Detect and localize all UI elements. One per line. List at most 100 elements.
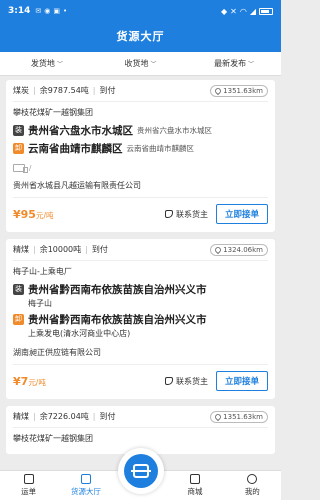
chevron-down-icon: ﹀ — [56, 61, 63, 68]
tab-waybill[interactable]: 运单 — [0, 471, 57, 500]
notification-icon: ✉ — [35, 7, 42, 15]
payment-type: 到付 — [91, 245, 108, 254]
contact-label: 联系货主 — [175, 209, 208, 219]
cargo-amount: 余9787.54吨 — [39, 86, 89, 95]
load-tag: 装 — [13, 125, 24, 136]
filter-bar: 发货地 ﹀ 收货地 ﹀ 最新发布 ﹀ — [0, 52, 281, 76]
waybill-icon — [23, 474, 34, 484]
distance-value: 1324.06km — [223, 245, 263, 254]
location-pin-icon — [213, 412, 223, 421]
price-unit: 元/吨 — [28, 377, 46, 387]
accept-order-button[interactable]: 立即接单 — [215, 204, 268, 224]
distance-value: 1351.63km — [223, 412, 263, 421]
status-time: 3:14 — [8, 6, 31, 16]
unload-address: 云南省曲靖市麒麟区 — [28, 143, 123, 155]
shipper-name: 湖南昶正供应链有限公司 — [13, 339, 268, 365]
cargo-amount: 余10000吨 — [39, 245, 82, 254]
cargo-card[interactable]: 煤炭 | 余9787.54吨 | 到付 1351.63km 攀枝花煤矿一越钢集团 装… — [6, 80, 275, 232]
status-bar: 3:14 ✉ ◉ ▣ • ◆ ✕ ◠ ◢ — [0, 0, 281, 22]
filter-destination[interactable]: 收货地 ﹀ — [94, 58, 188, 69]
cargo-hall-icon — [81, 474, 92, 484]
contact-shipper-button[interactable]: 联系货主 — [164, 376, 208, 387]
card-footer: ¥7元/吨 联系货主 立即接单 — [13, 365, 268, 391]
unload-tag: 卸 — [13, 314, 24, 325]
cargo-type: 精煤 — [13, 245, 29, 254]
scan-icon — [131, 464, 151, 478]
truck-icon — [13, 164, 28, 173]
card-header: 精煤 | 余10000吨 | 到付 1324.06km — [13, 239, 268, 261]
unload-tag: 卸 — [13, 143, 24, 154]
chevron-down-icon: ﹀ — [248, 61, 255, 68]
scan-button-inner — [124, 454, 158, 488]
more-notifications-icon: • — [63, 7, 68, 15]
phone-icon — [164, 377, 173, 385]
cargo-card[interactable]: 精煤 | 余7226.04吨 | 到付 1351.63km 攀枝花煤矿一越钢集团 — [6, 406, 275, 454]
load-address-detail: 梅子山 — [28, 299, 52, 308]
cargo-type: 精煤 — [13, 412, 29, 421]
scan-button[interactable] — [118, 448, 164, 494]
distance-value: 1351.63km — [223, 86, 263, 95]
cargo-type: 煤炭 — [13, 86, 29, 95]
payment-type: 到付 — [99, 86, 116, 95]
tab-waybill-label: 运单 — [21, 487, 37, 496]
price: ¥7元/吨 — [13, 375, 46, 388]
location-pin-icon — [213, 86, 223, 95]
cargo-amount: 余7226.04吨 — [39, 412, 89, 421]
load-route: 装 贵州省六盘水市水城区 贵州省六盘水市水城区 — [13, 123, 268, 138]
tab-shop[interactable]: 商城 — [166, 471, 223, 500]
cargo-list: 煤炭 | 余9787.54吨 | 到付 1351.63km 攀枝花煤矿一越钢集团 装… — [6, 80, 275, 461]
price-value: ¥7 — [13, 374, 29, 388]
filter-origin-label: 发货地 — [30, 59, 55, 68]
shipper-name: 贵州省水城县凡越运输有限责任公司 — [13, 172, 268, 198]
tab-cargo-hall[interactable]: 货源大厅 — [57, 471, 114, 500]
tab-mine-label: 我的 — [244, 487, 260, 496]
tab-shop-label: 商城 — [187, 487, 203, 496]
load-address: 贵州省六盘水市水城区 — [28, 125, 133, 137]
app-notification-icon: ◉ — [44, 7, 51, 15]
origin-company: 梅子山-上乘电厂 — [13, 267, 72, 276]
distance-badge: 1324.06km — [210, 243, 268, 256]
load-tag: 装 — [13, 284, 24, 295]
filter-sort[interactable]: 最新发布 ﹀ — [187, 58, 281, 69]
filter-destination-label: 收货地 — [124, 59, 149, 68]
load-address-detail: 贵州省六盘水市水城区 — [137, 126, 212, 135]
cargo-card[interactable]: 精煤 | 余10000吨 | 到付 1324.06km 梅子山-上乘电厂 装 贵州省… — [6, 239, 275, 399]
signal-icon: ◢ — [249, 6, 256, 16]
page-title: 货源大厅 — [0, 22, 281, 52]
price: ¥95元/吨 — [13, 208, 54, 221]
app-notification-icon-2: ▣ — [53, 7, 60, 15]
phone-icon — [164, 210, 173, 218]
distance-badge: 1351.63km — [210, 410, 268, 423]
distance-badge: 1351.63km — [210, 84, 268, 97]
battery-icon — [259, 7, 273, 15]
contact-shipper-button[interactable]: 联系货主 — [164, 209, 208, 220]
location-pin-icon — [213, 245, 223, 254]
cart-icon — [189, 474, 200, 484]
card-footer: ¥95元/吨 联系货主 立即接单 — [13, 198, 268, 224]
unload-address-detail: 上乘发电(清水河商业中心店) — [28, 329, 131, 338]
price-unit: 元/吨 — [35, 210, 54, 220]
mute-icon: ✕ — [230, 6, 237, 16]
truck-info: / — [13, 164, 268, 173]
unload-route: 卸 贵州省黔西南布依族苗族自治州兴义市 — [13, 312, 268, 327]
tab-mine[interactable]: 我的 — [224, 471, 281, 500]
filter-sort-label: 最新发布 — [214, 59, 247, 68]
origin-company: 攀枝花煤矿一越钢集团 — [13, 108, 93, 117]
card-header: 煤炭 | 余9787.54吨 | 到付 1351.63km — [13, 80, 268, 102]
payment-type: 到付 — [99, 412, 116, 421]
load-route: 装 贵州省黔西南布依族苗族自治州兴义市 — [13, 282, 268, 297]
filter-origin[interactable]: 发货地 ﹀ — [0, 58, 94, 69]
chevron-down-icon: ﹀ — [150, 61, 157, 68]
user-icon — [247, 474, 258, 484]
accept-order-button[interactable]: 立即接单 — [215, 371, 268, 391]
origin-company: 攀枝花煤矿一越钢集团 — [13, 434, 93, 443]
unload-address-detail: 云南省曲靖市麒麟区 — [126, 144, 195, 153]
load-address: 贵州省黔西南布依族苗族自治州兴义市 — [28, 284, 207, 296]
wifi-icon: ◠ — [239, 6, 247, 16]
truck-info-text: / — [29, 164, 32, 172]
tab-cargo-hall-label: 货源大厅 — [71, 487, 102, 496]
location-icon: ◆ — [221, 6, 228, 16]
contact-label: 联系货主 — [175, 376, 208, 386]
price-value: ¥95 — [13, 207, 36, 221]
card-header: 精煤 | 余7226.04吨 | 到付 1351.63km — [13, 406, 268, 428]
